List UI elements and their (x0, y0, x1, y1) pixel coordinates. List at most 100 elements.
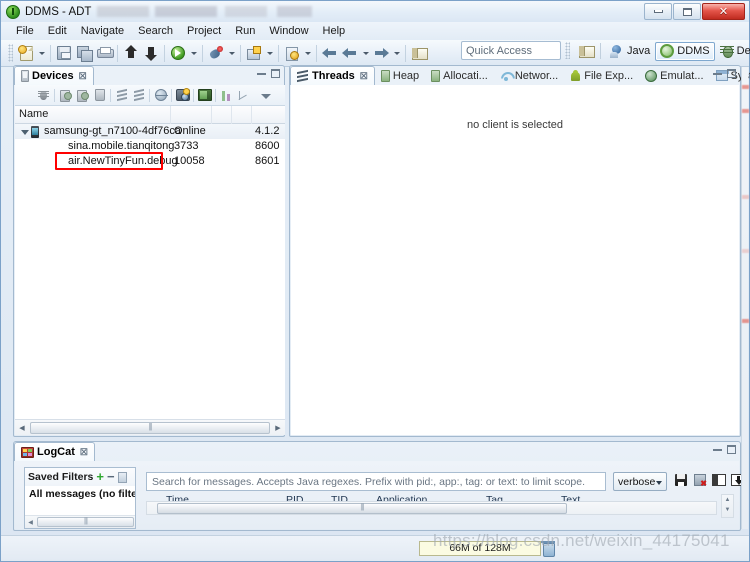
menu-help[interactable]: Help (316, 24, 353, 38)
save-button[interactable] (54, 43, 74, 63)
menu-run[interactable]: Run (228, 24, 262, 38)
update-threads-button[interactable] (113, 87, 130, 104)
method-profiling-button[interactable] (130, 87, 147, 104)
next-dropdown[interactable] (391, 43, 402, 63)
export-button[interactable] (121, 43, 141, 63)
quick-access-input[interactable]: Quick Access (461, 41, 561, 60)
scroll-thumb[interactable] (37, 517, 134, 527)
filters-horizontal-scrollbar[interactable]: ◀ (25, 515, 135, 528)
error-marker-strip[interactable] (741, 67, 749, 529)
remove-filter-button[interactable]: − (107, 470, 115, 483)
logcat-vertical-scrollbar[interactable]: ▲ ▼ (721, 494, 734, 518)
devices-horizontal-scrollbar[interactable]: ◀ ▶ (15, 419, 285, 435)
clear-log-button[interactable] (692, 472, 708, 488)
trash-icon[interactable] (541, 540, 555, 557)
scroll-left-icon[interactable]: ◀ (15, 421, 29, 435)
new-android-item-button[interactable] (282, 43, 302, 63)
minimize-button[interactable] (644, 3, 672, 20)
performance-button[interactable] (235, 87, 252, 104)
tab-heap[interactable]: Heap (375, 66, 425, 85)
new-wizard-button[interactable] (16, 43, 36, 63)
tab-network-statistics[interactable]: Networ... (494, 66, 564, 85)
update-heap-button[interactable] (57, 87, 74, 104)
heap-status-indicator[interactable]: 66M of 128M (419, 541, 541, 556)
run-dropdown[interactable] (188, 43, 199, 63)
menu-file[interactable]: File (9, 24, 41, 38)
log-level-select[interactable]: verbose (613, 472, 667, 491)
menu-navigate[interactable]: Navigate (74, 24, 131, 38)
stop-process-button[interactable] (152, 87, 169, 104)
debug-button[interactable] (206, 43, 226, 63)
new-android-item-dropdown[interactable] (302, 43, 313, 63)
tab-devices[interactable]: Devices ☒ (14, 66, 94, 85)
devices-minimize-icon[interactable] (257, 72, 266, 75)
debug-dropdown[interactable] (226, 43, 237, 63)
new-wizard-dropdown[interactable] (36, 43, 47, 63)
logcat-horizontal-scrollbar[interactable] (146, 501, 717, 515)
screen-capture-button[interactable] (174, 87, 191, 104)
error-marker[interactable] (742, 195, 749, 199)
add-filter-button[interactable]: + (96, 470, 104, 483)
perspective-ddms[interactable]: DDMS (655, 41, 715, 61)
scroll-left-icon[interactable]: ◀ (25, 519, 36, 526)
list-item[interactable]: All messages (no filter (25, 486, 135, 502)
error-marker[interactable] (742, 249, 749, 253)
scroll-thumb[interactable] (30, 421, 270, 434)
scroll-down-icon[interactable]: ▼ (722, 505, 733, 515)
tab-logcat[interactable]: LogCat ☒ (14, 442, 95, 461)
column-header-name[interactable]: Name (15, 108, 48, 120)
devices-maximize-icon[interactable] (271, 69, 280, 78)
previous-dropdown[interactable] (360, 43, 371, 63)
tab-file-explorer[interactable]: File Exp... (564, 66, 639, 85)
error-marker[interactable] (742, 319, 749, 323)
tab-devices-close-icon[interactable]: ☒ (79, 71, 87, 82)
tab-allocation-tracker[interactable]: Allocati... (425, 66, 494, 85)
cause-gc-button[interactable] (91, 87, 108, 104)
previous-button[interactable] (340, 43, 360, 63)
save-all-button[interactable] (74, 43, 94, 63)
scroll-up-icon[interactable]: ▲ (722, 495, 733, 505)
table-row[interactable]: sina.mobile.tianqitong 3733 8600 (15, 139, 285, 154)
client-maximize-icon[interactable] (727, 69, 736, 78)
display-options-button[interactable] (711, 472, 727, 488)
save-log-button[interactable] (673, 472, 689, 488)
debug-process-button[interactable] (35, 87, 52, 104)
tab-emulator-control[interactable]: Emulat... (639, 66, 709, 85)
devices-view-menu-button[interactable] (258, 87, 275, 104)
next-button[interactable] (371, 43, 391, 63)
import-button[interactable] (141, 43, 161, 63)
tab-threads[interactable]: Threads ☒ (290, 66, 375, 85)
maximize-button[interactable] (673, 3, 701, 20)
error-marker[interactable] (742, 109, 749, 113)
menu-edit[interactable]: Edit (41, 24, 74, 38)
external-tools-button[interactable] (244, 43, 264, 63)
dump-view-hierarchy-button[interactable] (196, 87, 213, 104)
logcat-maximize-icon[interactable] (727, 445, 736, 454)
perspective-java[interactable]: Java (605, 42, 655, 61)
menu-search[interactable]: Search (131, 24, 180, 38)
open-perspective-button[interactable] (576, 42, 596, 61)
client-minimize-icon[interactable] (713, 72, 722, 75)
scroll-right-icon[interactable]: ▶ (271, 421, 285, 435)
external-tools-dropdown[interactable] (264, 43, 275, 63)
expander-icon[interactable] (21, 130, 29, 135)
search-input[interactable]: Search for messages. Accepts Java regexe… (146, 472, 606, 491)
open-perspective-toolbar-button[interactable] (409, 43, 429, 63)
dump-hprof-button[interactable] (74, 87, 91, 104)
tab-logcat-close-icon[interactable]: ☒ (80, 447, 88, 458)
back-to-button[interactable] (320, 43, 340, 63)
scroll-thumb[interactable] (157, 502, 567, 514)
table-row[interactable]: air.NewTinyFun.debug 10058 8601 (15, 154, 285, 169)
close-button[interactable]: ✕ (702, 3, 745, 20)
perspective-bar-grip[interactable] (565, 42, 570, 59)
logcat-minimize-icon[interactable] (713, 448, 722, 451)
opengl-trace-button[interactable] (218, 87, 235, 104)
menu-window[interactable]: Window (262, 24, 315, 38)
perspective-debug[interactable]: Debug (715, 42, 750, 61)
menu-project[interactable]: Project (180, 24, 228, 38)
table-row[interactable]: samsung-gt_n7100-4df76ca Online 4.1.2 (15, 124, 285, 139)
edit-filter-icon[interactable] (117, 471, 127, 483)
toolbar-grip[interactable] (8, 44, 13, 62)
print-button[interactable] (94, 43, 114, 63)
run-button[interactable] (168, 43, 188, 63)
